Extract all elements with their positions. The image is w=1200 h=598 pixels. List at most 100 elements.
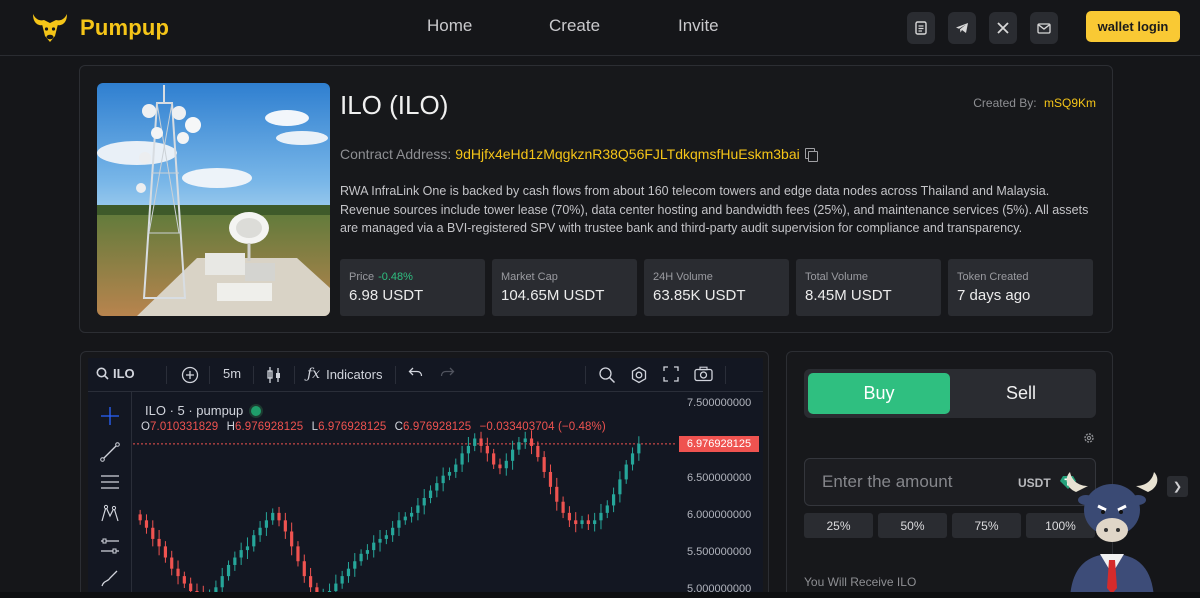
creator-link[interactable]: mSQ9Km: [1044, 96, 1096, 110]
quick-search-button[interactable]: [598, 366, 616, 384]
candle: [624, 460, 628, 484]
bottom-edge: [0, 592, 1200, 598]
candle: [283, 512, 287, 539]
contract-address[interactable]: 9dHjfx4eHd1zMqgkznR38Q56FJLTdkqmsfHuEskm…: [455, 146, 799, 162]
redo-icon: [440, 367, 455, 377]
ohlc-high: 6.976928125: [235, 421, 304, 433]
docs-button[interactable]: [907, 12, 935, 44]
pattern-icon[interactable]: [100, 504, 120, 524]
nav-home[interactable]: Home: [427, 16, 472, 36]
legend-title: ILO · 5 · pumpup: [145, 403, 244, 418]
created-by-label: Created By:: [973, 96, 1037, 110]
wallet-login-button[interactable]: wallet login: [1086, 11, 1180, 42]
candle: [384, 529, 388, 545]
brand-logo[interactable]: Pumpup: [30, 10, 169, 46]
candle: [346, 561, 351, 583]
toolbar-divider: [725, 366, 726, 384]
ohlc-open: 7.010331829: [150, 421, 219, 433]
compare-button[interactable]: [181, 366, 199, 384]
projection-icon[interactable]: [100, 536, 120, 556]
stat-token-created-label: Token Created: [957, 271, 1029, 283]
symbol-search[interactable]: ILO: [96, 366, 135, 381]
buy-tab[interactable]: Buy: [808, 373, 950, 414]
candle: [630, 447, 635, 471]
percent-25-button[interactable]: 25%: [804, 513, 873, 538]
percent-75-button[interactable]: 75%: [952, 513, 1021, 538]
candles-icon: [267, 367, 280, 383]
nav-invite[interactable]: Invite: [678, 16, 719, 36]
token-image: [97, 83, 330, 316]
chart-type-button[interactable]: [266, 366, 282, 384]
telecom-tower-image: [97, 83, 330, 316]
slippage-settings-icon[interactable]: [1083, 432, 1095, 444]
chart-settings-button[interactable]: [630, 366, 648, 384]
brush-icon[interactable]: [100, 568, 120, 588]
candle: [245, 537, 250, 560]
telegram-icon: [956, 23, 968, 33]
axis-label: 7.500000000: [687, 397, 752, 409]
copy-icon[interactable]: [804, 148, 818, 162]
chevron-right-icon[interactable]: ❯: [1167, 476, 1188, 497]
nav-create[interactable]: Create: [549, 16, 600, 36]
candle: [271, 508, 275, 525]
x-social-button[interactable]: [989, 12, 1017, 44]
price-axis[interactable]: 7.500000000 6.500000000 6.000000000 5.50…: [675, 393, 763, 598]
redo-button[interactable]: [440, 366, 455, 378]
bull-logo-icon: [33, 14, 67, 42]
mail-icon: [1037, 22, 1051, 34]
chart-toolbar: ILO 5m ƒx Indicators: [88, 358, 763, 392]
candle: [542, 451, 546, 478]
interval-button[interactable]: 5m: [223, 366, 241, 381]
contract-address-row: Contract Address: 9dHjfx4eHd1zMqgkznR38Q…: [340, 146, 818, 162]
candle: [258, 521, 262, 542]
percent-50-button[interactable]: 50%: [878, 513, 947, 538]
toolbar-divider: [395, 366, 396, 384]
screenshot-button[interactable]: [694, 366, 713, 382]
crosshair-icon[interactable]: [100, 406, 120, 426]
live-status-dot: [251, 405, 262, 416]
candle: [226, 560, 231, 581]
candle: [593, 512, 597, 532]
drawing-toolbar: [88, 392, 132, 598]
fib-levels-icon[interactable]: [100, 472, 120, 492]
camera-icon: [694, 366, 713, 382]
mail-button[interactable]: [1030, 12, 1058, 44]
candle: [479, 431, 483, 453]
document-icon: [915, 21, 927, 35]
stat-market-cap-value: 104.65M USDT: [501, 287, 605, 304]
axis-label: 5.500000000: [687, 546, 752, 558]
candle: [359, 549, 363, 566]
candle: [454, 458, 458, 478]
stat-24h-volume-value: 63.85K USDT: [653, 287, 746, 304]
telegram-button[interactable]: [948, 12, 976, 44]
stat-price-label: Price: [349, 271, 375, 283]
candle: [466, 436, 471, 463]
token-description: RWA InfraLink One is backed by cash flow…: [340, 184, 1089, 235]
trend-line-icon[interactable]: [100, 442, 120, 462]
candle: [586, 514, 590, 530]
price-chart[interactable]: ILO · 5 · pumpup O7.010331829 H6.9769281…: [133, 393, 763, 598]
candle: [605, 500, 609, 519]
candle: [290, 522, 294, 556]
fullscreen-button[interactable]: [663, 366, 679, 382]
zoom-icon: [599, 367, 616, 384]
candle: [435, 476, 439, 498]
token-title: ILO (ILO): [340, 90, 449, 120]
candle: [138, 509, 142, 525]
candle: [473, 433, 477, 452]
undo-button[interactable]: [408, 366, 423, 378]
stat-market-cap-label: Market Cap: [501, 271, 558, 283]
search-icon: [96, 367, 109, 380]
indicators-button[interactable]: ƒx Indicators: [307, 366, 382, 382]
candle: [403, 512, 407, 525]
candle: [416, 498, 420, 521]
amount-input[interactable]: [822, 472, 1012, 492]
token-stats: Price -0.48% 6.98 USDT Market Cap 104.65M…: [340, 259, 1093, 316]
candle: [599, 503, 603, 530]
sell-tab[interactable]: Sell: [950, 373, 1092, 414]
stat-market-cap: Market Cap 104.65M USDT: [492, 259, 637, 316]
bull-mascot-icon[interactable]: [1062, 470, 1162, 598]
candle: [144, 514, 149, 534]
stat-24h-volume-label: 24H Volume: [653, 271, 713, 283]
candle: [498, 458, 502, 475]
